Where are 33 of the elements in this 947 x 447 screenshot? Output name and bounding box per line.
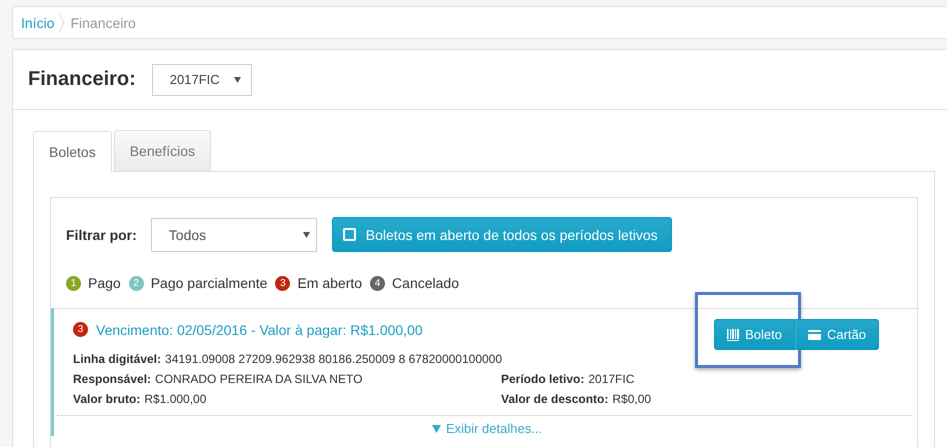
legend-label: Pago bbox=[88, 275, 121, 291]
boleto-field: Período letivo: 2017FIC bbox=[501, 372, 917, 386]
barcode-icon bbox=[727, 328, 740, 340]
status-dot: 2 bbox=[128, 276, 144, 290]
tab[interactable]: Boletos bbox=[33, 131, 112, 172]
status-dot: 1 bbox=[66, 276, 81, 290]
credit-card-icon bbox=[808, 330, 821, 340]
boleto-line: Linha digitável: 34191.09008 27209.962938 80186.250009 8 67820000100000 bbox=[73, 352, 504, 366]
legend-label: Cancelado bbox=[392, 275, 459, 291]
filter-label: Filtrar por: bbox=[66, 226, 137, 242]
breadcrumb-current: Financeiro bbox=[70, 14, 136, 30]
caret-icon bbox=[302, 232, 310, 238]
status-dot: 3 bbox=[275, 276, 290, 290]
boleto-button[interactable]: Boleto bbox=[714, 319, 795, 350]
details-link[interactable]: Exibir detalhes... bbox=[432, 421, 542, 436]
period-select[interactable]: 2017FIC bbox=[152, 64, 252, 96]
status-dot: 3 bbox=[73, 322, 88, 337]
breadcrumb-link[interactable]: Início bbox=[21, 14, 54, 30]
boleto-field: Responsável: CONRADO PEREIRA DA SILVA NETO bbox=[73, 372, 501, 386]
status-dot: 4 bbox=[370, 276, 386, 290]
tab[interactable]: Benefícios bbox=[114, 130, 212, 171]
filter-select[interactable]: Todos bbox=[150, 218, 317, 252]
boleto-field: Valor bruto: R$1.000,00 bbox=[73, 392, 501, 406]
triangle-down-icon bbox=[432, 424, 441, 432]
card-button[interactable]: Cartão bbox=[794, 319, 879, 350]
caret-icon bbox=[234, 76, 241, 82]
page-title: Financeiro: bbox=[28, 68, 136, 91]
legend-label: Em aberto bbox=[297, 275, 362, 291]
legend-label: Pago parcialmente bbox=[150, 275, 268, 291]
open-boletos-toggle[interactable]: Boletos em aberto de todos os períodos letivos bbox=[332, 217, 672, 252]
boleto-field: Valor de desconto: R$0,00 bbox=[501, 392, 917, 406]
boleto-title: Vencimento: 02/05/2016 - Valor à pagar: R$1.000,00 bbox=[96, 322, 423, 338]
breadcrumb-separator-icon bbox=[58, 12, 66, 32]
